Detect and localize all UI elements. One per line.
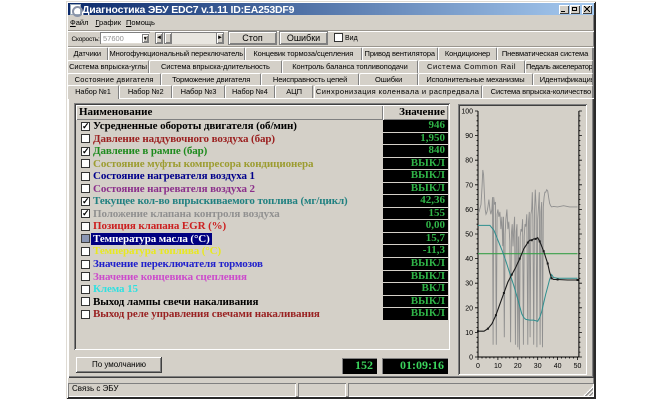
svg-text:80: 80 [465, 158, 473, 165]
svg-text:30: 30 [534, 363, 542, 370]
svg-text:90: 90 [465, 133, 473, 140]
svg-text:70: 70 [465, 182, 473, 189]
svg-text:40: 40 [465, 256, 473, 263]
svg-text:40: 40 [554, 363, 562, 370]
svg-text:60: 60 [465, 207, 473, 214]
svg-text:0: 0 [476, 363, 480, 370]
svg-text:0: 0 [469, 355, 473, 362]
svg-text:50: 50 [574, 363, 582, 370]
svg-text:50: 50 [465, 232, 473, 239]
svg-text:20: 20 [514, 363, 522, 370]
svg-text:100: 100 [461, 109, 473, 116]
svg-text:10: 10 [465, 330, 473, 337]
svg-text:20: 20 [465, 305, 473, 312]
svg-text:30: 30 [465, 281, 473, 288]
svg-text:10: 10 [494, 363, 502, 370]
